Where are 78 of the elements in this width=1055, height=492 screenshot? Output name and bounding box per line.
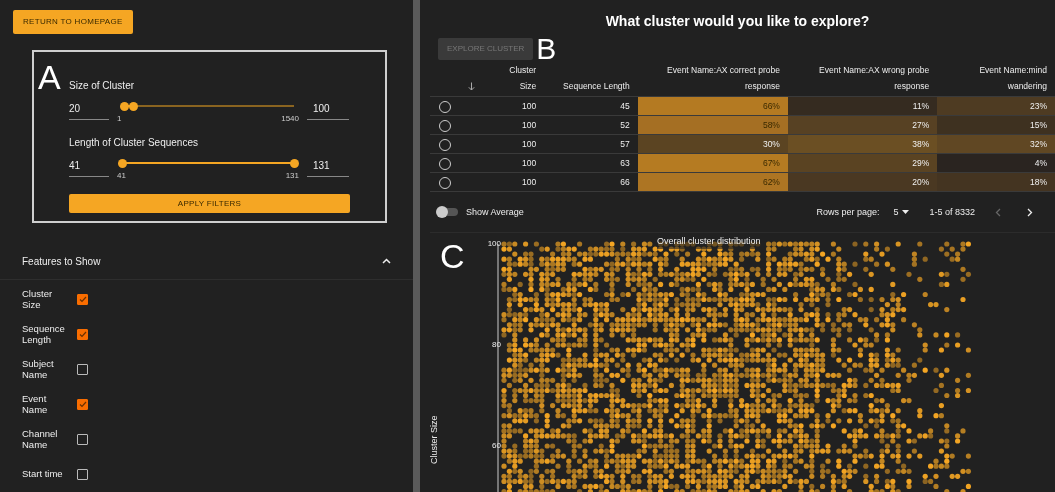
table-cell: 100 [522,100,537,111]
column-header[interactable]: Sequence Length [552,78,630,95]
sort-arrow-icon[interactable] [467,82,475,92]
checkbox[interactable] [77,434,88,445]
heat-cell: 27% [787,115,938,135]
heat-cell: 29% [787,153,938,173]
min-input[interactable]: 41 [69,158,109,177]
slider-label: Size of Cluster [69,79,136,93]
range-max-label: 1540 [281,113,299,125]
toggle-switch[interactable] [438,208,458,217]
return-button[interactable]: RETURN TO HOMEPAGE [13,10,133,34]
heat-cell: 11% [787,96,938,116]
checkbox[interactable] [77,329,88,340]
heat-cell: 58% [637,115,788,135]
heat-cell: 62% [637,172,788,192]
annotation-letter: A [38,60,61,94]
section-title: Features to Show [22,254,101,269]
range-min-label: 41 [117,170,126,182]
heat-cell: 32% [937,134,1055,154]
feature-label: Subject Name [22,358,55,381]
chevron-icon[interactable] [382,258,391,264]
axis-tick-label: 100 [487,238,501,251]
heat-cell: 66% [637,96,788,116]
slider-thumb[interactable] [119,101,129,111]
page-title: What cluster would you like to explore? [604,12,871,31]
checkbox[interactable] [77,399,88,410]
range-slider[interactable] [117,158,299,168]
feature-label: Cluster Size [22,288,54,311]
slider-label: Length of Cluster Sequences [69,136,199,150]
column-header[interactable]: Event Name:AX wrong probe response [795,62,930,95]
column-header[interactable]: Event Name:AX correct probe response [645,62,780,95]
heat-cell: 67% [637,153,788,173]
table-cell: 57 [620,138,630,149]
checkbox[interactable] [77,364,88,375]
heat-cell: 18% [937,172,1055,192]
annotation-letter: C [440,239,465,274]
annotation-letter: B [536,34,557,64]
table-cell: 63 [620,157,630,168]
chart-title: Overall cluster distribution [657,235,761,249]
caret-icon [902,210,910,215]
checkbox[interactable] [77,294,88,305]
axis-title: Cluster Size [427,415,440,465]
checkbox[interactable] [77,469,88,480]
feature-label: Start time [22,469,64,480]
rows-per-page-select[interactable]: 5 [893,205,910,220]
table-cell: 45 [620,100,630,111]
table-cell: 66 [620,176,630,187]
max-input[interactable]: 100 [307,101,349,120]
toggle-label: Show Average [466,205,524,219]
next-page-icon[interactable] [1027,207,1033,217]
heat-cell: 23% [937,96,1055,116]
table-cell: 52 [620,119,630,130]
table-cell: 100 [522,176,537,187]
heat-cell: 4% [937,153,1055,173]
table-cell: 100 [522,119,537,130]
table-cell: 100 [522,138,537,149]
apply-filters-button[interactable]: APPLY FILTERS [69,194,350,213]
heat-cell: 20% [787,172,938,192]
min-input[interactable]: 20 [69,101,109,120]
max-input[interactable]: 131 [307,158,349,177]
axis-tick-label: 80 [492,339,501,352]
slider-thumb[interactable] [128,101,138,111]
column-header[interactable]: Event Name:mind wandering [945,62,1047,95]
heat-cell: 30% [637,134,788,154]
table-cell: 100 [522,157,537,168]
feature-label: Sequence Length [22,323,66,346]
range-min-label: 1 [117,113,122,125]
heat-cell: 38% [787,134,938,154]
range-max-label: 131 [285,170,299,182]
slider-thumb[interactable] [289,158,299,168]
page-range: 1-5 of 8332 [929,205,975,219]
column-header[interactable]: Cluster Size [490,62,537,95]
feature-label: Channel Name [22,428,59,451]
axis-tick-label: 60 [492,440,501,453]
feature-label: Event Name [22,393,49,416]
heat-cell: 15% [937,115,1055,135]
rows-per-page-label: Rows per page: [816,205,880,219]
slider-thumb[interactable] [117,158,127,168]
